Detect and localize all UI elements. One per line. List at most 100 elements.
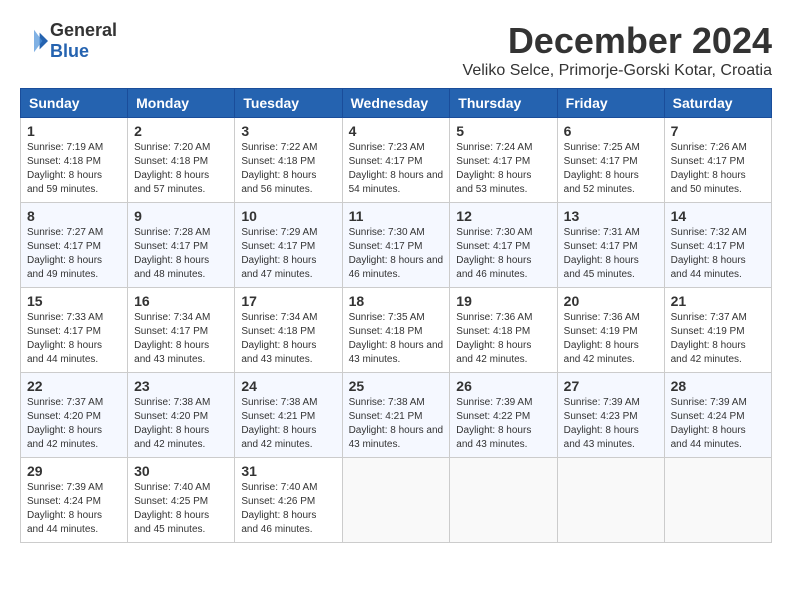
col-header-tuesday: Tuesday bbox=[235, 89, 342, 118]
day-cell: 27 Sunrise: 7:39 AMSunset: 4:23 PMDayligh… bbox=[557, 373, 664, 458]
day-cell bbox=[450, 458, 557, 543]
day-info: Sunrise: 7:32 AMSunset: 4:17 PMDaylight:… bbox=[671, 226, 765, 282]
day-info: Sunrise: 7:30 AMSunset: 4:17 PMDaylight:… bbox=[349, 226, 444, 282]
day-number: 5 bbox=[456, 123, 550, 139]
col-header-monday: Monday bbox=[128, 89, 235, 118]
day-info: Sunrise: 7:39 AMSunset: 4:23 PMDaylight:… bbox=[564, 396, 658, 452]
day-cell: 10Sunrise: 7:29 AMSunset: 4:17 PMDayligh… bbox=[235, 203, 342, 288]
day-number: 2 bbox=[134, 123, 228, 139]
col-header-saturday: Saturday bbox=[664, 89, 771, 118]
day-cell: 28 Sunrise: 7:39 AMSunset: 4:24 PMDayligh… bbox=[664, 373, 771, 458]
week-row-1: 1Sunrise: 7:19 AMSunset: 4:18 PMDaylight… bbox=[21, 118, 772, 203]
day-cell: 25 Sunrise: 7:38 AMSunset: 4:21 PMDayligh… bbox=[342, 373, 450, 458]
day-info: Sunrise: 7:37 AMSunset: 4:20 PMDaylight:… bbox=[27, 396, 121, 452]
day-number: 20 bbox=[564, 293, 658, 309]
day-cell: 22 Sunrise: 7:37 AMSunset: 4:20 PMDayligh… bbox=[21, 373, 128, 458]
day-info: Sunrise: 7:30 AMSunset: 4:17 PMDaylight:… bbox=[456, 226, 550, 282]
day-cell: 31 Sunrise: 7:40 AMSunset: 4:26 PMDayligh… bbox=[235, 458, 342, 543]
day-info: Sunrise: 7:24 AMSunset: 4:17 PMDaylight:… bbox=[456, 141, 550, 197]
day-cell: 9Sunrise: 7:28 AMSunset: 4:17 PMDaylight… bbox=[128, 203, 235, 288]
day-number: 3 bbox=[241, 123, 335, 139]
week-row-4: 22 Sunrise: 7:37 AMSunset: 4:20 PMDayligh… bbox=[21, 373, 772, 458]
day-number: 12 bbox=[456, 208, 550, 224]
day-number: 28 bbox=[671, 378, 765, 394]
day-info: Sunrise: 7:33 AMSunset: 4:17 PMDaylight:… bbox=[27, 311, 121, 367]
logo-icon bbox=[20, 27, 48, 55]
day-cell: 1Sunrise: 7:19 AMSunset: 4:18 PMDaylight… bbox=[21, 118, 128, 203]
day-info: Sunrise: 7:38 AMSunset: 4:21 PMDaylight:… bbox=[241, 396, 335, 452]
day-number: 14 bbox=[671, 208, 765, 224]
day-number: 4 bbox=[349, 123, 444, 139]
day-info: Sunrise: 7:34 AMSunset: 4:18 PMDaylight:… bbox=[241, 311, 335, 367]
week-row-5: 29 Sunrise: 7:39 AMSunset: 4:24 PMDayligh… bbox=[21, 458, 772, 543]
day-info: Sunrise: 7:28 AMSunset: 4:17 PMDaylight:… bbox=[134, 226, 228, 282]
day-info: Sunrise: 7:22 AMSunset: 4:18 PMDaylight:… bbox=[241, 141, 335, 197]
day-number: 8 bbox=[27, 208, 121, 224]
day-number: 22 bbox=[27, 378, 121, 394]
day-info: Sunrise: 7:39 AMSunset: 4:24 PMDaylight:… bbox=[27, 481, 121, 537]
day-number: 18 bbox=[349, 293, 444, 309]
day-cell: 13Sunrise: 7:31 AMSunset: 4:17 PMDayligh… bbox=[557, 203, 664, 288]
day-info: Sunrise: 7:19 AMSunset: 4:18 PMDaylight:… bbox=[27, 141, 121, 197]
day-cell: 6 Sunrise: 7:25 AMSunset: 4:17 PMDaylight… bbox=[557, 118, 664, 203]
week-row-3: 15 Sunrise: 7:33 AMSunset: 4:17 PMDayligh… bbox=[21, 288, 772, 373]
day-info: Sunrise: 7:23 AMSunset: 4:17 PMDaylight:… bbox=[349, 141, 444, 197]
day-cell bbox=[557, 458, 664, 543]
day-cell bbox=[664, 458, 771, 543]
day-info: Sunrise: 7:35 AMSunset: 4:18 PMDaylight:… bbox=[349, 311, 444, 367]
day-number: 21 bbox=[671, 293, 765, 309]
day-info: Sunrise: 7:40 AMSunset: 4:25 PMDaylight:… bbox=[134, 481, 228, 537]
logo-blue: Blue bbox=[50, 41, 117, 62]
day-number: 29 bbox=[27, 463, 121, 479]
day-number: 26 bbox=[456, 378, 550, 394]
title-area: December 2024 Veliko Selce, Primorje-Gor… bbox=[463, 20, 772, 80]
calendar-table: SundayMondayTuesdayWednesdayThursdayFrid… bbox=[20, 88, 772, 543]
day-number: 31 bbox=[241, 463, 335, 479]
day-cell: 18 Sunrise: 7:35 AMSunset: 4:18 PMDayligh… bbox=[342, 288, 450, 373]
day-info: Sunrise: 7:36 AMSunset: 4:19 PMDaylight:… bbox=[564, 311, 658, 367]
day-cell: 29 Sunrise: 7:39 AMSunset: 4:24 PMDayligh… bbox=[21, 458, 128, 543]
day-cell: 20 Sunrise: 7:36 AMSunset: 4:19 PMDayligh… bbox=[557, 288, 664, 373]
day-cell: 11 Sunrise: 7:30 AMSunset: 4:17 PMDayligh… bbox=[342, 203, 450, 288]
day-info: Sunrise: 7:29 AMSunset: 4:17 PMDaylight:… bbox=[241, 226, 335, 282]
day-info: Sunrise: 7:39 AMSunset: 4:24 PMDaylight:… bbox=[671, 396, 765, 452]
col-header-friday: Friday bbox=[557, 89, 664, 118]
logo-general: General bbox=[50, 20, 117, 41]
day-number: 6 bbox=[564, 123, 658, 139]
day-number: 15 bbox=[27, 293, 121, 309]
day-number: 25 bbox=[349, 378, 444, 394]
day-info: Sunrise: 7:36 AMSunset: 4:18 PMDaylight:… bbox=[456, 311, 550, 367]
day-info: Sunrise: 7:27 AMSunset: 4:17 PMDaylight:… bbox=[27, 226, 121, 282]
day-info: Sunrise: 7:38 AMSunset: 4:20 PMDaylight:… bbox=[134, 396, 228, 452]
day-cell: 8 Sunrise: 7:27 AMSunset: 4:17 PMDaylight… bbox=[21, 203, 128, 288]
day-cell: 7 Sunrise: 7:26 AMSunset: 4:17 PMDaylight… bbox=[664, 118, 771, 203]
day-number: 30 bbox=[134, 463, 228, 479]
day-cell: 30 Sunrise: 7:40 AMSunset: 4:25 PMDayligh… bbox=[128, 458, 235, 543]
day-cell: 2 Sunrise: 7:20 AMSunset: 4:18 PMDaylight… bbox=[128, 118, 235, 203]
day-info: Sunrise: 7:20 AMSunset: 4:18 PMDaylight:… bbox=[134, 141, 228, 197]
day-number: 17 bbox=[241, 293, 335, 309]
day-cell: 17 Sunrise: 7:34 AMSunset: 4:18 PMDayligh… bbox=[235, 288, 342, 373]
day-cell: 3 Sunrise: 7:22 AMSunset: 4:18 PMDaylight… bbox=[235, 118, 342, 203]
day-info: Sunrise: 7:40 AMSunset: 4:26 PMDaylight:… bbox=[241, 481, 335, 537]
day-cell: 15 Sunrise: 7:33 AMSunset: 4:17 PMDayligh… bbox=[21, 288, 128, 373]
day-info: Sunrise: 7:25 AMSunset: 4:17 PMDaylight:… bbox=[564, 141, 658, 197]
day-cell: 4 Sunrise: 7:23 AMSunset: 4:17 PMDaylight… bbox=[342, 118, 450, 203]
day-info: Sunrise: 7:26 AMSunset: 4:17 PMDaylight:… bbox=[671, 141, 765, 197]
day-number: 19 bbox=[456, 293, 550, 309]
col-header-wednesday: Wednesday bbox=[342, 89, 450, 118]
header: General Blue December 2024 Veliko Selce,… bbox=[20, 20, 772, 80]
day-number: 11 bbox=[349, 208, 444, 224]
month-title: December 2024 bbox=[463, 20, 772, 62]
day-cell: 16Sunrise: 7:34 AMSunset: 4:17 PMDayligh… bbox=[128, 288, 235, 373]
day-number: 23 bbox=[134, 378, 228, 394]
day-cell bbox=[342, 458, 450, 543]
day-info: Sunrise: 7:38 AMSunset: 4:21 PMDaylight:… bbox=[349, 396, 444, 452]
day-cell: 24Sunrise: 7:38 AMSunset: 4:21 PMDayligh… bbox=[235, 373, 342, 458]
col-header-sunday: Sunday bbox=[21, 89, 128, 118]
day-cell: 5 Sunrise: 7:24 AMSunset: 4:17 PMDaylight… bbox=[450, 118, 557, 203]
day-number: 7 bbox=[671, 123, 765, 139]
day-number: 27 bbox=[564, 378, 658, 394]
day-cell: 26Sunrise: 7:39 AMSunset: 4:22 PMDayligh… bbox=[450, 373, 557, 458]
day-info: Sunrise: 7:37 AMSunset: 4:19 PMDaylight:… bbox=[671, 311, 765, 367]
